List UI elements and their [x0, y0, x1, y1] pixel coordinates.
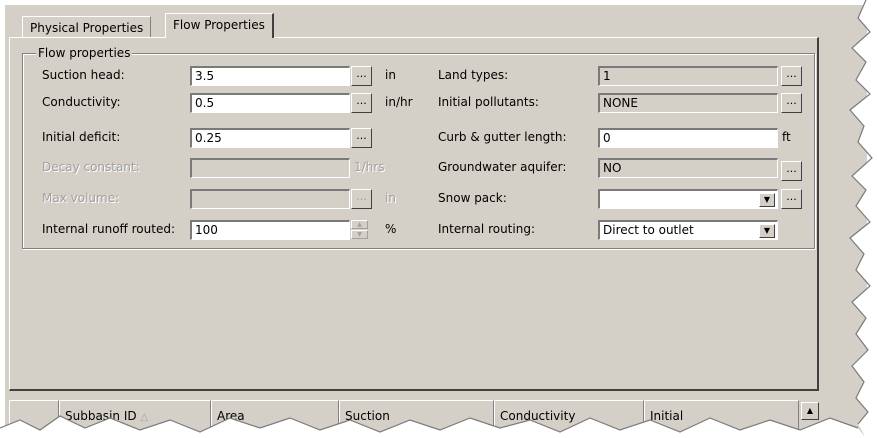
internal-routing-value: Direct to outlet [603, 223, 694, 237]
conductivity-unit: in/hr [385, 95, 413, 109]
spinner-up-icon[interactable]: ▲ [351, 220, 368, 229]
decay-constant-input[interactable] [190, 158, 350, 178]
column-label: Conductivity [500, 409, 576, 423]
internal-routing-select[interactable]: Direct to outlet ▼ [598, 220, 778, 240]
grid-column-suction[interactable]: Suction [339, 400, 494, 430]
tab-flow-properties[interactable]: Flow Properties [165, 13, 274, 38]
internal-runoff-label: Internal runoff routed: [42, 222, 175, 236]
conductivity-label: Conductivity: [42, 95, 121, 109]
max-volume-unit: in [385, 191, 396, 205]
decay-constant-unit: 1/hrs [354, 160, 385, 174]
internal-runoff-input[interactable]: 100 [190, 220, 350, 240]
grid-column-subbasin-id[interactable]: Subbasin ID △ [59, 400, 211, 430]
curb-gutter-length-input[interactable]: 0 [598, 128, 778, 148]
snow-pack-browse-button[interactable]: ... [781, 189, 802, 209]
initial-pollutants-field: NONE [598, 93, 778, 113]
decay-constant-label: Decay constant: [42, 160, 140, 174]
snow-pack-label: Snow pack: [438, 191, 507, 205]
suction-head-browse-button[interactable]: ... [351, 66, 372, 86]
initial-deficit-label: Initial deficit: [42, 130, 121, 144]
snow-pack-select[interactable]: ▼ [598, 189, 778, 209]
subbasin-grid-header: Subbasin ID △ Area Suction Conductivity … [9, 400, 799, 430]
max-volume-input[interactable] [190, 189, 350, 209]
land-types-label: Land types: [438, 68, 509, 82]
scroll-up-arrow-icon[interactable]: ▲ [801, 402, 819, 420]
suction-head-unit: in [385, 68, 396, 82]
suction-head-input[interactable]: 3.5 [190, 66, 350, 86]
initial-deficit-input[interactable]: 0.25 [190, 128, 350, 148]
max-volume-browse-button[interactable]: ... [351, 189, 372, 209]
spinner-down-icon[interactable]: ▼ [351, 230, 368, 239]
sort-ascending-icon: △ [140, 412, 149, 423]
column-label: Area [217, 409, 245, 423]
suction-head-label: Suction head: [42, 68, 125, 82]
initial-deficit-browse-button[interactable]: ... [351, 128, 372, 148]
column-label: Initial [650, 409, 684, 423]
grid-column-initial[interactable]: Initial [644, 400, 799, 430]
grid-column-conductivity[interactable]: Conductivity [494, 400, 644, 430]
land-types-field: 1 [598, 66, 778, 86]
conductivity-input[interactable]: 0.5 [190, 93, 350, 113]
max-volume-label: Max volume: [42, 191, 120, 205]
grid-row-selector-header[interactable] [9, 400, 59, 430]
groundwater-aquifer-browse-button[interactable]: ... [781, 161, 802, 181]
chevron-down-icon[interactable]: ▼ [759, 193, 775, 207]
curb-gutter-length-unit: ft [782, 130, 791, 144]
grid-column-area[interactable]: Area [211, 400, 339, 430]
land-types-browse-button[interactable]: ... [781, 66, 802, 86]
initial-pollutants-browse-button[interactable]: ... [781, 93, 802, 113]
internal-runoff-spinner[interactable]: ▲ ▼ [351, 220, 368, 240]
initial-pollutants-label: Initial pollutants: [438, 95, 539, 109]
chevron-down-icon[interactable]: ▼ [759, 224, 775, 238]
column-label: Suction [345, 409, 390, 423]
internal-routing-label: Internal routing: [438, 222, 535, 236]
column-label: Subbasin ID [65, 409, 137, 423]
groundwater-aquifer-label: Groundwater aquifer: [438, 160, 567, 174]
groundwater-aquifer-field: NO [598, 158, 778, 178]
internal-runoff-unit: % [385, 222, 397, 236]
conductivity-browse-button[interactable]: ... [351, 93, 372, 113]
group-legend: Flow properties [36, 46, 133, 60]
tab-physical-properties[interactable]: Physical Properties [22, 16, 152, 37]
curb-gutter-length-label: Curb & gutter length: [438, 130, 567, 144]
